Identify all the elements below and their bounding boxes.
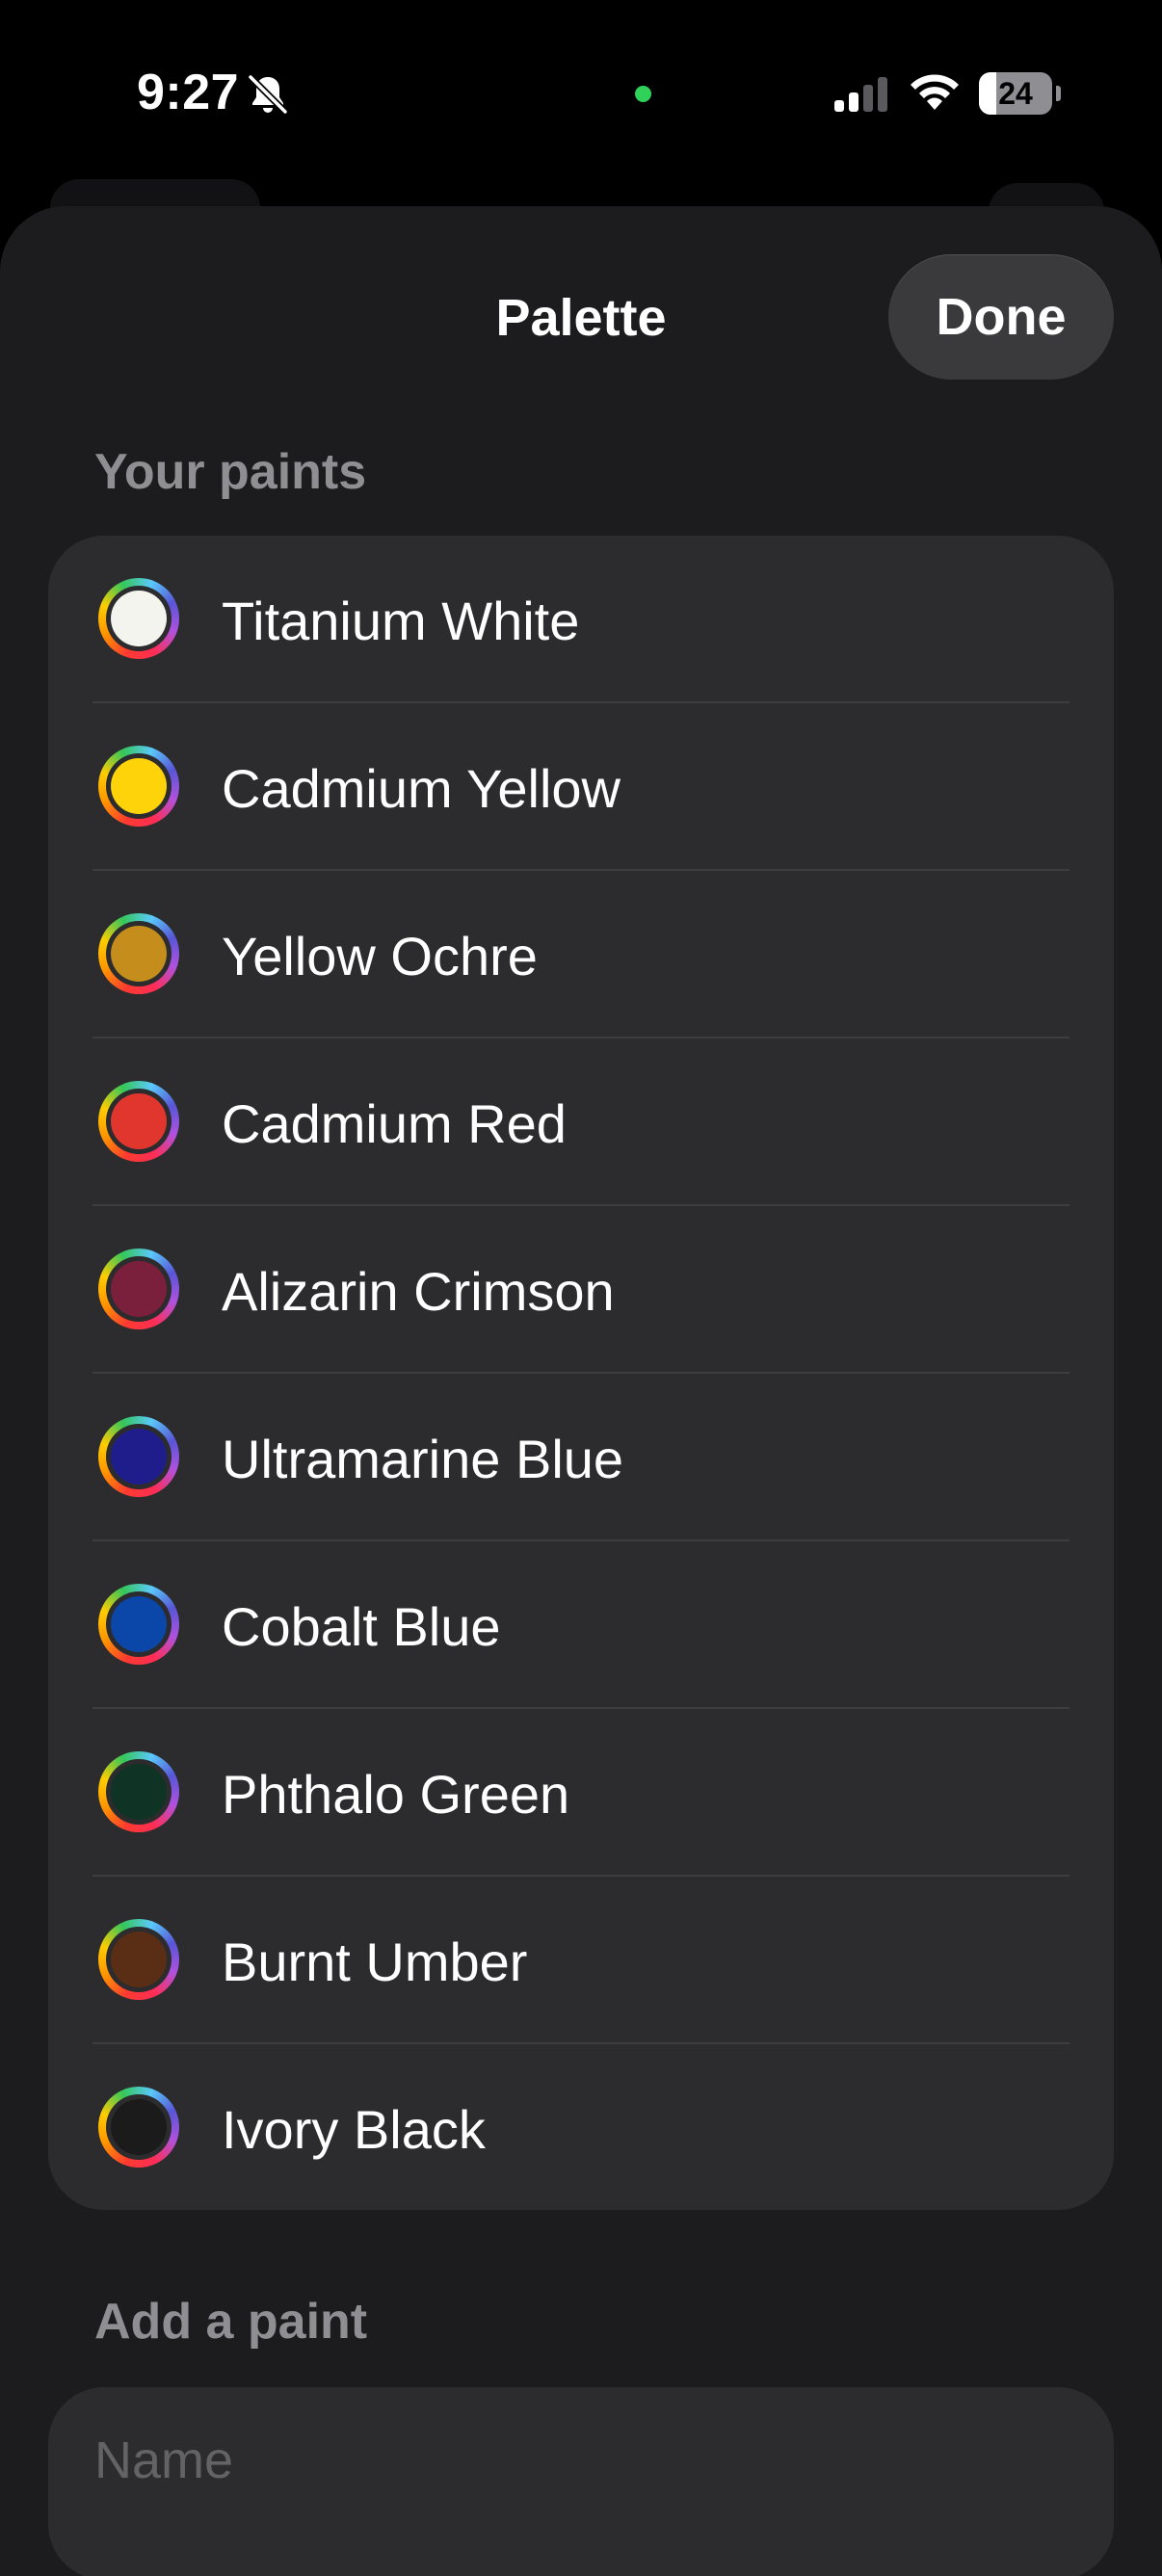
paint-row[interactable]: Cadmium Red bbox=[48, 1038, 1114, 1206]
paint-name: Cobalt Blue bbox=[222, 1596, 501, 1657]
battery-level: 24 bbox=[998, 76, 1033, 111]
paint-row[interactable]: Cobalt Blue bbox=[48, 1541, 1114, 1709]
paint-row[interactable]: Titanium White bbox=[48, 536, 1114, 703]
paint-row[interactable]: Ivory Black bbox=[48, 2044, 1114, 2210]
paint-row[interactable]: Ultramarine Blue bbox=[48, 1374, 1114, 1541]
paint-row[interactable]: Cadmium Yellow bbox=[48, 703, 1114, 871]
swatch-color bbox=[111, 758, 167, 814]
palette-sheet: Palette Done Your paints Titanium White C… bbox=[0, 206, 1162, 2576]
paint-swatch-icon bbox=[98, 1416, 179, 1497]
name-field[interactable] bbox=[48, 2387, 1114, 2576]
swatch-color bbox=[111, 1429, 167, 1485]
paint-swatch-icon bbox=[98, 1751, 179, 1832]
add-paint-header: Add a paint bbox=[94, 2294, 368, 2350]
battery-icon: 24 bbox=[979, 72, 1061, 115]
paint-swatch-icon bbox=[98, 1249, 179, 1329]
swatch-color bbox=[111, 1596, 167, 1652]
paint-name: Cadmium Red bbox=[222, 1093, 567, 1154]
paint-row[interactable]: Yellow Ochre bbox=[48, 871, 1114, 1038]
swatch-color bbox=[111, 1932, 167, 1987]
bell-slash-icon bbox=[247, 73, 289, 116]
paint-name: Phthalo Green bbox=[222, 1764, 570, 1825]
battery-body: 24 bbox=[979, 72, 1052, 115]
signal-icon bbox=[834, 77, 887, 112]
paint-row[interactable]: Phthalo Green bbox=[48, 1709, 1114, 1877]
paint-name: Alizarin Crimson bbox=[222, 1261, 615, 1322]
privacy-indicator-dot bbox=[635, 86, 651, 102]
swatch-color bbox=[111, 1764, 167, 1820]
paint-swatch-icon bbox=[98, 1919, 179, 2000]
paint-swatch-icon bbox=[98, 578, 179, 659]
swatch-color bbox=[111, 2099, 167, 2155]
name-input[interactable] bbox=[94, 2426, 1058, 2495]
paint-name: Burnt Umber bbox=[222, 1932, 528, 1992]
paint-row[interactable]: Burnt Umber bbox=[48, 1877, 1114, 2044]
paint-swatch-icon bbox=[98, 1584, 179, 1665]
status-time: 9:27 bbox=[137, 65, 240, 120]
paint-name: Titanium White bbox=[222, 591, 580, 651]
paint-swatch-icon bbox=[98, 1081, 179, 1162]
swatch-color bbox=[111, 1093, 167, 1149]
status-bar: 9:27 24 bbox=[0, 0, 1162, 183]
paint-swatch-icon bbox=[98, 746, 179, 827]
paint-row[interactable]: Alizarin Crimson bbox=[48, 1206, 1114, 1374]
paint-list: Titanium White Cadmium Yellow Yellow Ochre… bbox=[48, 536, 1114, 2210]
your-paints-header: Your paints bbox=[94, 444, 367, 500]
swatch-color bbox=[111, 591, 167, 646]
paint-name: Ivory Black bbox=[222, 2099, 486, 2160]
wifi-icon bbox=[911, 74, 959, 110]
paint-swatch-icon bbox=[98, 913, 179, 994]
paint-swatch-icon bbox=[98, 2087, 179, 2168]
done-button[interactable]: Done bbox=[888, 254, 1114, 380]
battery-nub bbox=[1056, 86, 1061, 101]
swatch-color bbox=[111, 1261, 167, 1317]
paint-name: Yellow Ochre bbox=[222, 926, 538, 986]
swatch-color bbox=[111, 926, 167, 982]
paint-name: Ultramarine Blue bbox=[222, 1429, 624, 1489]
paint-name: Cadmium Yellow bbox=[222, 758, 621, 819]
